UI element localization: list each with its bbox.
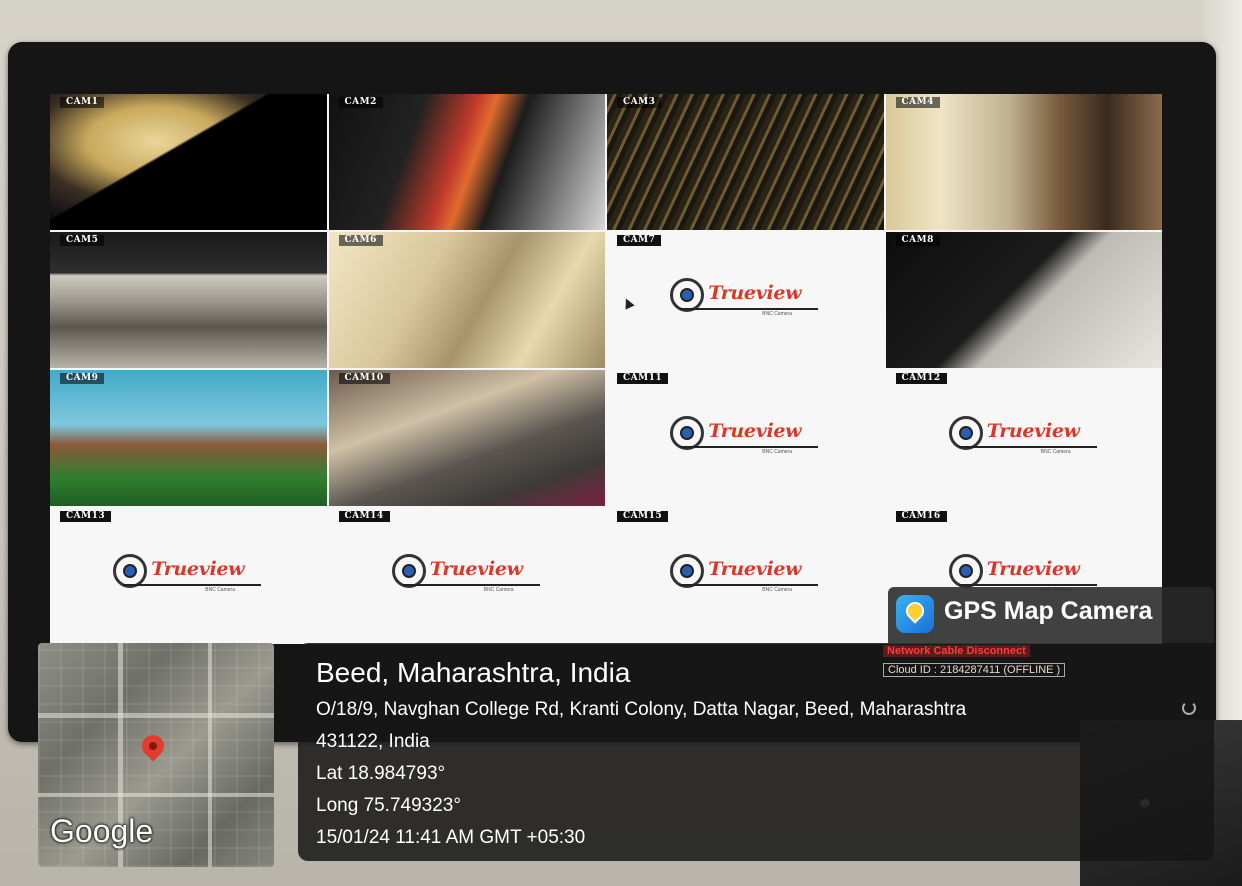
camera-feed-14[interactable]: CAM14 Trueview BNC Camera (328, 508, 605, 644)
camera-label: CAM3 (617, 97, 662, 108)
trueview-logo: Trueview BNC Camera (670, 276, 820, 318)
logo-subtitle: BNC Camera (762, 587, 792, 594)
latitude: Lat 18.984793° (316, 763, 446, 784)
logo-subtitle: BNC Camera (762, 449, 792, 456)
mouse-cursor-icon (621, 296, 635, 310)
camera-label: CAM7 (617, 235, 662, 246)
camera-label: CAM1 (60, 97, 105, 108)
map-pin-icon (137, 730, 169, 762)
logo-subtitle: BNC Camera (1040, 449, 1071, 456)
camera-feed-7[interactable]: CAM7 Trueview BNC Camera (607, 232, 884, 368)
cctv-grid: CAM1 CAM2 CAM3 CAM4 CAM5 CAM6 CAM7 Truev… (50, 94, 1162, 644)
camera-feed-12[interactable]: CAM12 Trueview BNC Camera (885, 370, 1162, 506)
camera-label: CAM11 (617, 373, 669, 384)
timestamp: 15/01/24 11:41 AM GMT +05:30 (316, 827, 586, 848)
trueview-logo: Trueview BNC Camera (670, 414, 820, 456)
gps-map-camera-badge: GPS Map Camera (888, 587, 1214, 643)
camera-feed-10[interactable]: CAM10 (328, 370, 605, 506)
camera-label: CAM13 (60, 511, 112, 522)
logo-brand: Trueview (708, 420, 802, 443)
camera-label: CAM16 (895, 511, 947, 522)
camera-label: CAM12 (895, 373, 947, 384)
logo-brand: Trueview (986, 420, 1080, 443)
logo-subtitle: BNC Camera (762, 311, 792, 318)
trueview-logo: Trueview BNC Camera (948, 414, 1099, 456)
logo-brand: Trueview (708, 558, 802, 581)
cloud-id-status: Cloud ID : 2184287411 (OFFLINE ) (883, 663, 1066, 677)
camera-label: CAM10 (338, 373, 390, 384)
camera-feed-6[interactable]: CAM6 (328, 232, 605, 368)
address-line-2: 431122, India (316, 731, 430, 752)
network-status: Network Cable Disconnect (883, 645, 1030, 657)
camera-label: CAM4 (895, 97, 940, 108)
power-icon (1182, 701, 1196, 715)
camera-feed-1[interactable]: CAM1 (50, 94, 327, 230)
logo-brand: Trueview (151, 558, 245, 581)
camera-feed-11[interactable]: CAM11 Trueview BNC Camera (607, 370, 884, 506)
place-name: Beed, Maharashtra, India (316, 657, 631, 688)
camera-feed-5[interactable]: CAM5 (50, 232, 327, 368)
camera-feed-4[interactable]: CAM4 (885, 94, 1162, 230)
camera-feed-3[interactable]: CAM3 (607, 94, 884, 230)
address-line-1: O/18/9, Navghan College Rd, Kranti Colon… (316, 699, 967, 720)
lens-icon (670, 554, 705, 589)
camera-label: CAM15 (617, 511, 669, 522)
lens-icon (391, 554, 426, 589)
camera-label: CAM14 (338, 511, 390, 522)
location-info-panel: Network Cable Disconnect Cloud ID : 2184… (298, 643, 1214, 861)
camera-label: CAM2 (338, 97, 383, 108)
lens-icon (113, 554, 148, 589)
logo-subtitle: BNC Camera (205, 587, 235, 594)
logo-brand: Trueview (986, 558, 1080, 581)
camera-feed-8[interactable]: CAM8 (885, 232, 1162, 368)
logo-brand: Trueview (708, 282, 802, 305)
camera-label: CAM6 (338, 235, 383, 246)
lens-icon (670, 278, 705, 313)
camera-feed-13[interactable]: CAM13 Trueview BNC Camera (50, 508, 327, 644)
trueview-logo: Trueview BNC Camera (391, 552, 542, 594)
longitude: Long 75.749323° (316, 795, 461, 816)
camera-feed-9[interactable]: CAM9 (50, 370, 327, 506)
trueview-logo: Trueview BNC Camera (670, 552, 820, 594)
camera-label: CAM8 (895, 235, 940, 246)
lens-icon (670, 416, 705, 451)
logo-subtitle: BNC Camera (483, 587, 514, 594)
lens-icon (948, 416, 983, 451)
map-provider-logo: Google (50, 813, 154, 849)
gps-badge-title: GPS Map Camera (944, 597, 1153, 625)
camera-feed-15[interactable]: CAM15 Trueview BNC Camera (607, 508, 884, 644)
location-map[interactable]: Google (38, 643, 274, 867)
camera-feed-2[interactable]: CAM2 (328, 94, 605, 230)
lens-icon (948, 554, 983, 589)
camera-label: CAM9 (60, 373, 105, 384)
trueview-logo: Trueview BNC Camera (113, 552, 263, 594)
camera-label: CAM5 (60, 235, 105, 246)
location-pin-icon (896, 595, 934, 633)
logo-brand: Trueview (429, 558, 523, 581)
